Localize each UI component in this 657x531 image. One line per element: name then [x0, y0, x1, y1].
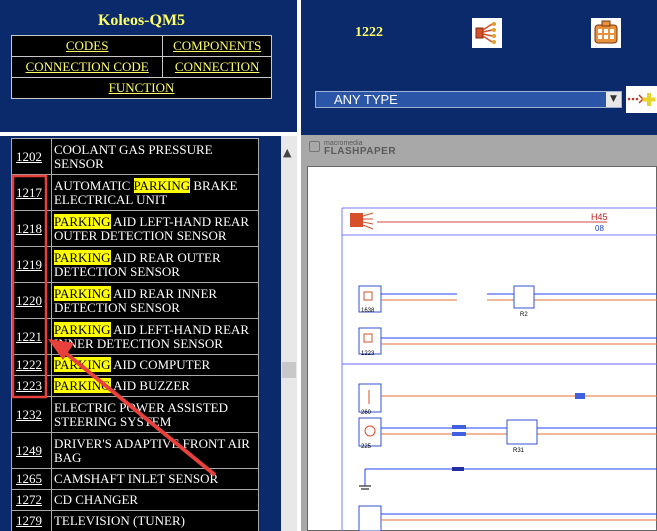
component-description: PARKING AID LEFT-HAND REAR INNER DETECTI… [50, 318, 260, 355]
ref-1: 1638 [361, 308, 375, 314]
nav-function-link[interactable]: FUNCTION [11, 77, 272, 99]
component-table: 1202 COOLANT GAS PRESSURE SENSOR 1217 AUTOM… [11, 138, 260, 531]
description-text: ELECTRIC POWER ASSISTED STEERING SYSTEM [53, 399, 229, 429]
connector-icon[interactable] [591, 18, 621, 48]
component-code-link[interactable]: 1272 [11, 489, 52, 511]
component-code-link[interactable]: 1249 [11, 432, 52, 469]
component-description: PARKING AID LEFT-HAND REAR OUTER DETECTI… [50, 210, 260, 247]
ref-3: 260 [361, 410, 372, 416]
ref-2: 1223 [361, 351, 375, 357]
flashpaper-logo-icon [309, 141, 320, 152]
app-title: Koleos-QM5 [97, 12, 186, 29]
description-text: TELEVISION (TUNER) [53, 513, 185, 528]
component-description: ELECTRIC POWER ASSISTED STEERING SYSTEM [50, 396, 260, 433]
component-code-link[interactable]: 1220 [11, 282, 52, 319]
component-code-link[interactable]: 1202 [11, 138, 52, 175]
diagram-header-label: H45 [591, 212, 608, 222]
search-highlight: PARKING [53, 213, 111, 229]
nav-connection-code-link[interactable]: CONNECTION CODE [10, 56, 164, 78]
scrollbar-thumb[interactable] [282, 362, 296, 378]
component-row: 1222 PARKING AID COMPUTER [11, 354, 260, 376]
component-row: 1249 DRIVER'S ADAPTIVE FRONT AIR BAG [11, 432, 260, 469]
component-description: AUTOMATIC PARKING BRAKE ELECTRICAL UNIT [50, 174, 260, 211]
description-text: CAMSHAFT INLET SENSOR [53, 471, 219, 486]
component-code-link[interactable]: 1221 [11, 318, 52, 355]
wiring-harness-icon[interactable] [472, 18, 502, 48]
component-code-link[interactable]: 1222 [11, 354, 52, 376]
description-text: AID COMPUTER [110, 357, 211, 372]
brand-big: FLASHPAPER [324, 146, 397, 157]
component-row: 1219 PARKING AID REAR OUTER DETECTION SEN… [11, 246, 260, 283]
search-highlight: PARKING [53, 249, 111, 265]
nav-table: CODES COMPONENTS CONNECTION CODE CONNECT… [10, 35, 272, 99]
search-highlight: PARKING [53, 357, 111, 372]
component-row: 1202 COOLANT GAS PRESSURE SENSOR [11, 138, 260, 175]
component-code-link[interactable]: 1223 [11, 375, 52, 397]
search-highlight: PARKING [53, 285, 111, 301]
nav-components-link[interactable]: COMPONENTS [162, 35, 272, 57]
component-row: 1232 ELECTRIC POWER ASSISTED STEERING SYS… [11, 396, 260, 433]
component-code-link[interactable]: 1217 [11, 174, 52, 211]
nav-codes-link[interactable]: CODES [10, 35, 164, 57]
component-code-link[interactable]: 1279 [11, 510, 52, 531]
search-highlight: PARKING [53, 378, 111, 393]
component-row: 1220 PARKING AID REAR INNER DETECTION SEN… [11, 282, 260, 319]
component-description: PARKING AID COMPUTER [50, 354, 260, 376]
component-code-link[interactable]: 1232 [11, 396, 52, 433]
left-scrollbar[interactable]: ▲ [281, 136, 297, 531]
description-text: COOLANT GAS PRESSURE SENSOR [53, 141, 213, 171]
component-code-link[interactable]: 1265 [11, 468, 52, 490]
go-button[interactable] [626, 86, 657, 113]
type-filter-select[interactable]: ANY TYPE ▼ [315, 91, 622, 108]
component-row: 1223 PARKING AID BUZZER [11, 375, 260, 397]
type-filter-value: ANY TYPE [334, 92, 398, 107]
scroll-up-icon[interactable]: ▲ [283, 146, 291, 159]
component-description: PARKING AID REAR INNER DETECTION SENSOR [50, 282, 260, 319]
component-code-link[interactable]: 1219 [11, 246, 52, 283]
description-text: AID BUZZER [110, 378, 190, 393]
component-description: COOLANT GAS PRESSURE SENSOR [50, 138, 260, 175]
ref-4: 225 [361, 444, 372, 450]
component-row: 1265 CAMSHAFT INLET SENSOR [11, 468, 260, 490]
component-list-panel: 1202 COOLANT GAS PRESSURE SENSOR 1217 AUTOM… [0, 136, 297, 531]
wiring-diagram: H45 08 1638 R2 1223 260 225 R31 [341, 207, 657, 531]
chevron-down-icon[interactable]: ▼ [606, 92, 621, 107]
component-description: DRIVER'S ADAPTIVE FRONT AIR BAG [50, 432, 260, 469]
description-text: CD CHANGER [53, 492, 139, 507]
ref-5: R2 [520, 312, 528, 318]
search-highlight: PARKING [53, 321, 111, 337]
component-description: TELEVISION (TUNER) [50, 510, 260, 531]
component-row: 1218 PARKING AID LEFT-HAND REAR OUTER DET… [11, 210, 260, 247]
component-row: 1279 TELEVISION (TUNER) [11, 510, 260, 531]
component-code-link[interactable]: 1218 [11, 210, 52, 247]
component-description: PARKING AID BUZZER [50, 375, 260, 397]
description-text: AUTOMATIC [53, 177, 134, 193]
component-row: 1272 CD CHANGER [11, 489, 260, 511]
component-description: PARKING AID REAR OUTER DETECTION SENSOR [50, 246, 260, 283]
viewer-brand: macromedia FLASHPAPER [309, 140, 396, 157]
search-highlight: PARKING [133, 177, 191, 193]
component-description: CD CHANGER [50, 489, 260, 511]
component-row: 1217 AUTOMATIC PARKING BRAKE ELECTRICAL U… [11, 174, 260, 211]
component-row: 1221 PARKING AID LEFT-HAND REAR INNER DET… [11, 318, 260, 355]
left-header-panel: Koleos-QM5 CODES COMPONENTS CONNECTION C… [0, 0, 297, 132]
description-text: DRIVER'S ADAPTIVE FRONT AIR BAG [53, 435, 250, 465]
component-description: CAMSHAFT INLET SENSOR [50, 468, 260, 490]
selected-code: 1222 [355, 25, 383, 40]
ref-6: R31 [513, 448, 525, 454]
nav-connection-link[interactable]: CONNECTION [162, 56, 272, 78]
diagram-header-sub: 08 [595, 224, 604, 233]
